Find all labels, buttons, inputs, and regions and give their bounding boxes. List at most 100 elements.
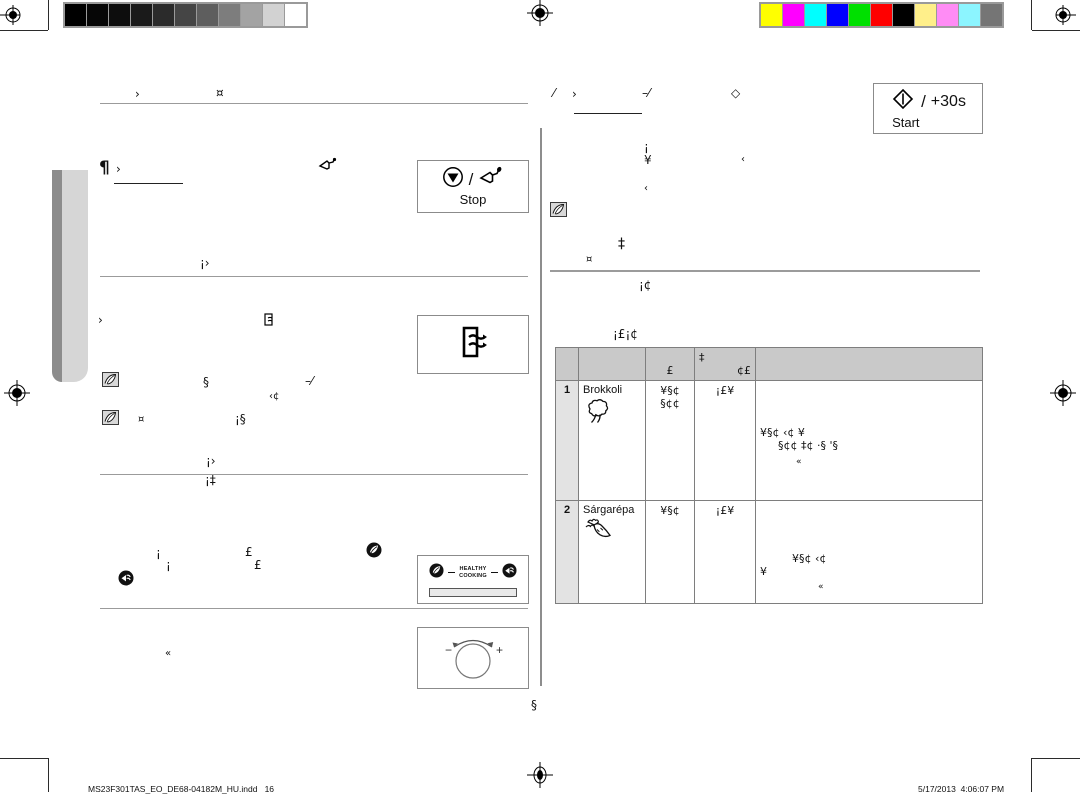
right-heading1-glyph-2: › <box>572 87 577 101</box>
left-foot-glyph: § <box>531 698 537 712</box>
healthy-cooking-key[interactable]: HEALTHY COOKING <box>417 555 529 604</box>
gray-swatch-6 <box>197 4 218 26</box>
stop-triangle-icon <box>442 166 464 193</box>
carrot-icon <box>583 518 641 545</box>
gray-swatch-7 <box>219 4 240 26</box>
color-swatch-4 <box>849 4 870 26</box>
registration-target-left-middle <box>4 380 30 406</box>
footer-date: 5/17/2013 <box>918 784 956 794</box>
color-swatch-7 <box>915 4 936 26</box>
color-swatch-5 <box>871 4 892 26</box>
eco-plug-icon <box>478 166 504 193</box>
crop-mark-top-right-h <box>1031 30 1080 31</box>
gray-swatch-1 <box>87 4 108 26</box>
table-header-row: £ ‡ ¢£ <box>555 347 983 381</box>
side-tab-dark-band <box>52 170 62 382</box>
left-para4-glyph: « <box>165 648 172 659</box>
left-para1-glyph: › <box>116 162 121 176</box>
row1-amount-line1: ¥§¢ <box>660 384 680 397</box>
dial-key[interactable]: − + <box>417 627 529 689</box>
grayscale-calibration-bar <box>63 2 308 28</box>
row2-power: ¡£¥ <box>694 500 756 604</box>
row1-power: ¡£¥ <box>694 380 756 501</box>
row2-food-label: Sárgarépa <box>583 504 635 516</box>
left-para3-glyph-1: ¡ <box>156 546 161 560</box>
left-note2-glyph-a: ¤ <box>138 414 145 425</box>
crop-mark-right-v <box>1031 0 1032 30</box>
color-swatch-3 <box>827 4 848 26</box>
left-para1-underline <box>114 183 183 184</box>
healthy-cooking-badge-icon <box>366 542 383 558</box>
row2-instructions: ¥§¢ ‹¢ ¥ « <box>755 500 983 604</box>
left-heading3-glyph-a: ¡› <box>206 454 216 468</box>
right-note1-glyph-b: ¤ <box>586 254 593 265</box>
registration-target-top-right-small <box>1050 2 1076 28</box>
color-swatch-9 <box>959 4 980 26</box>
row2-instr-line1: ¥§¢ ‹¢ <box>792 552 827 565</box>
left-para3-glyph-2: £ <box>245 545 253 559</box>
footer-time: 4:06:07 PM <box>960 784 1005 794</box>
gray-swatch-0 <box>65 4 86 26</box>
crop-mark-top-left-h <box>0 30 48 31</box>
row2-amount-line1: ¥§¢ <box>660 504 680 517</box>
left-note1-glyph-c: ‹¢ <box>269 391 280 402</box>
row2-instr-line2: ¥ <box>760 565 767 578</box>
right-heading1-glyph-1: ⁄ <box>553 86 556 100</box>
page-footer: MS23F301TAS_EO_DE68-04182M_HU.indd 16 5/… <box>0 752 1080 794</box>
right-body1-glyph-1: ¡ <box>644 140 649 154</box>
color-swatch-8 <box>937 4 958 26</box>
th-power: ‡ ¢£ <box>694 347 756 381</box>
right-body1-glyph-3: ‹ <box>741 154 745 165</box>
right-subhead-glyph: ¡¢ <box>639 278 652 292</box>
left-heading3-rule <box>100 474 528 475</box>
row2-index: 2 <box>555 500 579 604</box>
row1-food: Brokkoli <box>578 380 646 501</box>
note-leaf-icon-2 <box>102 410 119 425</box>
gray-swatch-2 <box>109 4 130 26</box>
start-diamond-icon <box>890 87 916 116</box>
left-para3-glyph-4: £ <box>254 558 262 572</box>
row2-amount: ¥§¢ <box>645 500 695 604</box>
right-table-caption-glyph: ¡£¡¢ <box>613 327 638 341</box>
healthy-cooking-badge-icon-2 <box>429 562 444 583</box>
right-heading1-glyph-3: –⁄ <box>642 86 651 100</box>
row1-amount: ¥§¢ §¢¢ <box>645 380 695 501</box>
row1-instructions: ¥§¢ ‹¢ ¥ §¢¢ ‡¢ ·§ '§ « <box>755 380 983 501</box>
right-heading1-glyph-4: ◇ <box>731 86 741 100</box>
start-plus30s-key[interactable]: / +30s Start <box>873 83 983 134</box>
right-note1-glyph-a: ‡ <box>618 236 625 252</box>
th-food <box>578 347 646 381</box>
gray-swatch-3 <box>131 4 152 26</box>
left-heading1-glyph-b: ¤ <box>216 86 224 100</box>
right-body1-glyph-2: ¥ <box>644 153 652 167</box>
left-heading1-glyph-a: › <box>135 87 140 101</box>
registration-target-top-left-small <box>0 2 26 28</box>
dial-minus-label: − <box>445 643 453 657</box>
th-index <box>555 347 579 381</box>
deodorize-key[interactable] <box>417 315 529 374</box>
stop-eco-key[interactable]: / Stop <box>417 160 529 213</box>
hc-label-line2: COOKING <box>459 572 487 579</box>
right-body1-glyph-4: ‹ <box>644 183 648 194</box>
prepress-page: › ¤ ¶ › ¡› › § –⁄ ‹¢ ¤ ¡§ ¡› ¡‡ ¡ £ ¡ £ … <box>0 0 1080 794</box>
start-key-plus30s-label: +30s <box>930 92 966 110</box>
row2-food: Sárgarépa <box>578 500 646 604</box>
cooking-guide-table: £ ‡ ¢£ 1 Brokkoli ¥§¢ §¢¢ ¡£¥ ¥§¢ ‹¢ ¥ §… <box>555 347 983 604</box>
th-amount-glyph: £ <box>666 364 674 377</box>
rotary-dial-icon: − + <box>425 630 521 686</box>
th-power-glyph-bottom: ¢£ <box>737 364 751 377</box>
left-heading2-glyph: ¡› <box>200 256 210 270</box>
healthy-cooking-label: HEALTHY COOKING <box>459 566 487 579</box>
start-key-label: Start <box>892 115 920 131</box>
note-leaf-icon <box>102 372 119 387</box>
right-rule-1 <box>550 270 980 272</box>
th-power-glyph-top: ‡ <box>699 351 705 364</box>
row2-instr-line3: « <box>818 582 824 592</box>
footer-filename: MS23F301TAS_EO_DE68-04182M_HU.indd 16 <box>88 784 274 794</box>
row1-instr-line3: « <box>796 457 802 467</box>
left-para3-glyph-3: ¡ <box>166 558 171 572</box>
gray-swatch-4 <box>153 4 174 26</box>
broccoli-icon <box>583 399 641 428</box>
left-para2-glyph: › <box>98 313 103 327</box>
hc-label-line1: HEALTHY <box>459 566 487 573</box>
